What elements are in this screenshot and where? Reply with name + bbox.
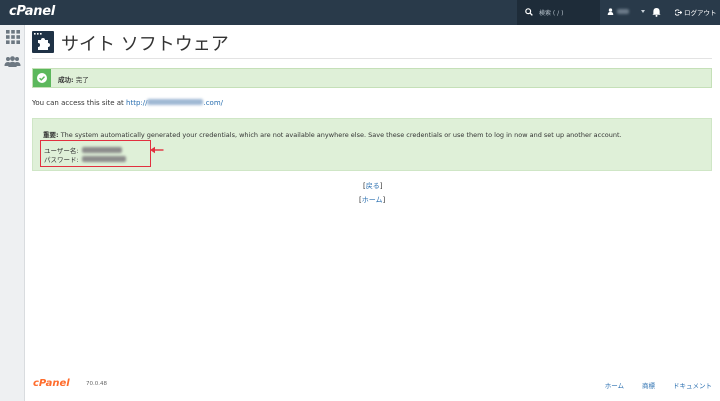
top-bar: cPanel 検索 ( / ) ログアウト — [0, 0, 720, 25]
footer-cpanel-logo[interactable]: cPanel — [33, 378, 70, 389]
password-value-redacted — [81, 156, 126, 162]
back-link[interactable]: [戻る] — [363, 181, 382, 191]
bell-icon[interactable] — [652, 7, 661, 17]
home-link-label: ホーム — [361, 196, 383, 204]
grid-icon[interactable] — [6, 30, 20, 44]
check-icon — [37, 73, 47, 83]
footer-link-home[interactable]: ホーム — [605, 380, 624, 390]
credentials-alert: 重要: The system automatically generated y… — [32, 118, 712, 171]
credentials-highlight-box: ユーザー名: パスワード: — [40, 140, 151, 167]
search-placeholder: 検索 ( / ) — [539, 10, 564, 17]
search-input[interactable]: 検索 ( / ) — [517, 0, 600, 25]
back-link-label: 戻る — [365, 182, 380, 190]
access-line: You can access this site at http:// .com/ — [32, 99, 223, 107]
success-alert: 成功: 完了 — [32, 68, 712, 88]
access-prefix: You can access this site at — [32, 99, 127, 107]
sidebar — [0, 25, 25, 401]
success-label: 成功: — [58, 76, 74, 84]
arrow-left-icon — [150, 146, 164, 154]
logout-icon — [675, 8, 682, 16]
home-link[interactable]: [ホーム] — [359, 195, 385, 205]
chevron-down-icon — [641, 10, 645, 13]
success-message: 成功: 完了 — [58, 74, 89, 84]
site-url-redacted — [147, 99, 204, 105]
site-url-link[interactable]: http:// .com/ — [126, 99, 223, 107]
user-menu-button[interactable] — [607, 8, 645, 15]
password-row: パスワード: — [44, 154, 126, 164]
header-divider — [32, 58, 712, 59]
footer-links: ホーム 商標 ドキュメント — [605, 380, 712, 390]
version-number: 70.0.48 — [86, 381, 107, 387]
credentials-notice: 重要: The system automatically generated y… — [43, 129, 622, 139]
search-icon — [525, 8, 533, 16]
success-badge — [33, 69, 51, 87]
username-value-redacted — [81, 147, 122, 153]
success-text: 完了 — [75, 76, 89, 84]
user-icon — [607, 8, 614, 15]
page-title: サイト ソフトウェア — [61, 34, 229, 55]
footer-link-trademarks[interactable]: 商標 — [642, 380, 655, 390]
logout-label: ログアウト — [684, 9, 717, 17]
footer-link-documentation[interactable]: ドキュメント — [673, 380, 712, 390]
password-label: パスワード: — [44, 156, 79, 164]
username-redacted — [617, 9, 629, 14]
puzzle-icon — [34, 33, 50, 50]
site-url-start: http:// — [126, 99, 148, 107]
software-page-icon — [32, 31, 54, 53]
users-icon[interactable] — [4, 56, 21, 67]
important-label: 重要: — [43, 131, 59, 139]
logout-button[interactable]: ログアウト — [675, 7, 717, 17]
credentials-message: The system automatically generated your … — [60, 131, 622, 139]
site-url-end: .com/ — [203, 99, 224, 107]
cpanel-logo[interactable]: cPanel — [9, 4, 55, 19]
